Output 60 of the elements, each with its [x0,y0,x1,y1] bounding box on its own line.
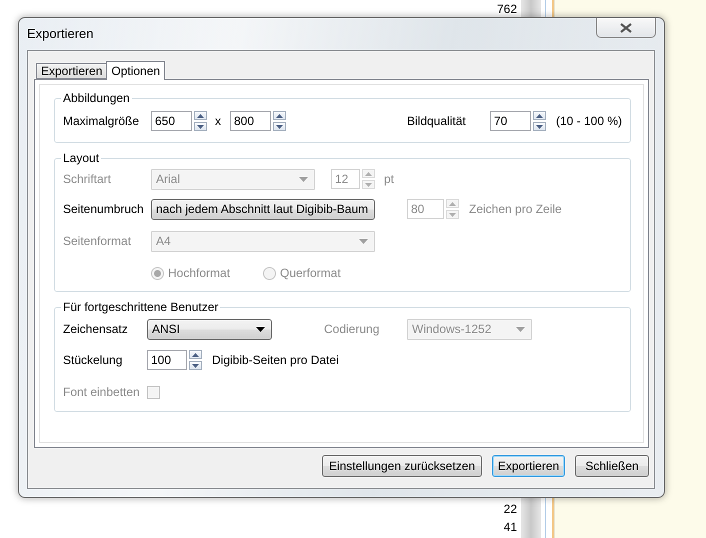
up-arrow-icon [365,172,372,176]
spin-down-button[interactable] [533,122,546,131]
down-arrow-icon [276,124,283,128]
spin-up-button[interactable] [189,350,202,359]
spin-down-button[interactable] [273,122,286,131]
field-label: Schriftart [63,172,112,186]
range-label: (10 - 100 %) [556,114,622,128]
line-number: 41 [504,519,517,536]
spin-up-button[interactable] [533,111,546,120]
field-label: Font einbetten [63,385,141,399]
spin-up-button[interactable] [273,111,286,120]
field-label: Bildqualität [407,114,467,128]
up-arrow-icon [197,114,204,118]
unit-label: Digibib-Seiten pro Datei [212,353,339,367]
field-label: Seitenumbruch [63,202,145,216]
line-number: 22 [504,501,517,518]
unit-label: pt [384,172,394,186]
number-field[interactable]: 100 [147,350,187,370]
dropdown[interactable]: ANSI [147,318,272,340]
field-label: Seitenformat [63,234,132,248]
dropdown[interactable]: nach jedem Abschnitt laut Digibib-Baum [151,198,375,220]
close-button[interactable] [596,18,656,38]
tab[interactable]: Exportieren [36,63,108,79]
up-arrow-icon [449,202,456,206]
line-number: 762 [496,1,517,18]
group-title: Für fortgeschrittene Benutzer [62,300,220,314]
group-title: Abbildungen [62,91,131,105]
down-arrow-icon [197,124,204,128]
number-field[interactable]: 70 [490,111,531,131]
spin-down-button[interactable] [194,122,207,131]
down-arrow-icon [536,124,543,128]
dialog-button[interactable]: Schließen [575,455,649,477]
field-label: Stückelung [63,353,124,367]
radio-label: Hochformat [168,266,230,280]
dropdown-caret-icon [256,326,265,332]
dialog-button[interactable]: Exportieren [492,455,565,477]
up-arrow-icon [192,352,199,356]
field-label: Codierung [324,322,380,336]
dialog-button[interactable]: Einstellungen zurücksetzen [322,455,482,477]
times-label: x [215,114,222,128]
number-field[interactable]: 800 [230,111,271,131]
window-title: Exportieren [27,26,94,40]
down-arrow-icon [449,212,456,216]
number-field[interactable]: 650 [151,111,192,131]
radio-label: Querformat [280,266,341,280]
field-label: Zeichensatz [63,322,129,336]
group-title: Layout [62,151,100,165]
spin-down-button[interactable] [189,361,202,370]
field-label: Maximalgröße [63,114,140,128]
dropdown-caret-icon [516,326,525,332]
unit-label: Zeichen pro Zeile [469,202,562,216]
down-arrow-icon [192,364,199,368]
spin-up-button[interactable] [194,111,207,120]
close-icon [620,22,632,32]
up-arrow-icon [276,114,283,118]
down-arrow-icon [365,182,372,186]
tab[interactable]: Optionen [106,61,166,80]
dropdown-caret-icon [359,238,368,244]
up-arrow-icon [536,114,543,118]
dropdown-caret-icon [299,176,308,182]
